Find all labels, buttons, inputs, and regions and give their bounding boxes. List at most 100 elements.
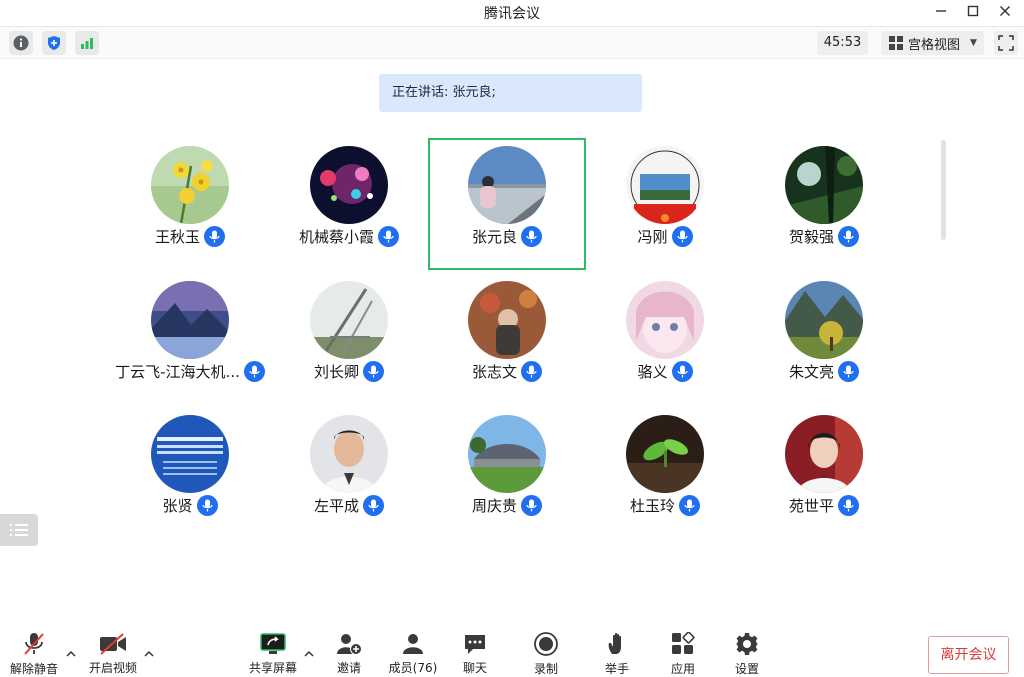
avatar	[468, 281, 546, 359]
participant-name: 朱文亮	[788, 362, 834, 381]
raise-hand-icon	[608, 632, 621, 654]
microphone-icon	[196, 494, 218, 516]
microphone-icon	[838, 360, 859, 382]
chat-icon	[465, 634, 485, 654]
avatar	[310, 146, 388, 224]
participant-tile[interactable]: 朱文亮	[745, 273, 903, 405]
participant-name: 张志文	[471, 362, 517, 381]
avatar	[468, 415, 546, 493]
microphone-icon	[378, 225, 399, 247]
avatar	[785, 146, 863, 224]
participant-name: 贺毅强	[788, 227, 834, 246]
participant-name: 张元良	[471, 227, 517, 246]
unmute-label: 解除静音	[9, 662, 58, 676]
caret-down-icon: ▼	[970, 38, 977, 48]
avatar	[310, 281, 388, 359]
network-status-button[interactable]	[75, 31, 99, 55]
video-options-caret[interactable]	[142, 647, 156, 659]
share-options-caret[interactable]	[302, 647, 316, 659]
start-video-button[interactable]: 开启视频	[85, 632, 141, 676]
participant-name: 左平成	[313, 496, 359, 515]
participant-tile[interactable]: 左平成	[270, 407, 428, 539]
grid-view-icon	[889, 36, 903, 50]
microphone-muted-icon	[24, 633, 44, 655]
unmute-button[interactable]: 解除静音	[6, 632, 62, 676]
list-icon	[10, 524, 28, 536]
participant-tile[interactable]: 张贤	[111, 407, 269, 539]
record-label: 录制	[533, 662, 558, 676]
microphone-icon	[671, 360, 693, 382]
share-screen-button[interactable]: 共享屏幕	[245, 632, 301, 676]
microphone-icon	[521, 360, 542, 382]
side-panel-toggle[interactable]	[0, 514, 38, 546]
microphone-icon	[363, 360, 384, 382]
participant-name: 刘长卿	[313, 362, 359, 381]
fullscreen-button[interactable]	[994, 31, 1018, 55]
invite-button[interactable]: 邀请	[321, 632, 377, 676]
close-icon	[1000, 6, 1010, 16]
avatar	[151, 146, 229, 224]
leave-meeting-button[interactable]: 离开会议	[928, 636, 1009, 674]
participant-tile[interactable]: 机械蔡小霞	[270, 138, 428, 270]
shield-icon	[48, 36, 60, 50]
avatar	[785, 415, 863, 493]
members-button[interactable]: 成员(76)	[385, 632, 441, 676]
participant-name: 骆义	[637, 362, 668, 381]
participant-name: 周庆贵	[471, 496, 517, 515]
participant-tile[interactable]: 冯刚	[586, 138, 744, 270]
avatar	[151, 281, 229, 359]
meeting-info-bar: 45:53 宫格视图 ▼	[0, 26, 1024, 59]
security-button[interactable]	[42, 31, 66, 55]
participant-name: 丁云飞-江海大机...	[115, 362, 240, 381]
microphone-icon	[838, 225, 859, 247]
start-video-label: 开启视频	[88, 661, 137, 675]
avatar	[626, 415, 704, 493]
microphone-icon	[521, 225, 542, 247]
grid-scrollbar[interactable]	[941, 140, 946, 240]
participant-tile[interactable]: 杜玉玲	[586, 407, 744, 539]
record-icon	[534, 632, 558, 656]
raise-hand-button[interactable]: 举手	[589, 632, 645, 676]
raise-hand-label: 举手	[604, 662, 629, 676]
meeting-toolbar: 解除静音 开启视频 共享屏幕 邀请 成员(76) 聊天 录制 举手 应用 设置	[0, 620, 1024, 677]
participant-tile[interactable]: 丁云飞-江海大机...	[111, 273, 269, 405]
members-icon	[403, 633, 423, 654]
participant-tile[interactable]: 贺毅强	[745, 138, 903, 270]
share-screen-label: 共享屏幕	[248, 661, 297, 675]
microphone-icon	[671, 225, 693, 247]
participant-tile[interactable]: 张志文	[428, 273, 586, 405]
record-button[interactable]: 录制	[518, 632, 574, 676]
meeting-info-button[interactable]	[9, 31, 33, 55]
chat-button[interactable]: 聊天	[447, 632, 503, 676]
microphone-icon	[679, 494, 700, 516]
signal-bars-icon	[81, 38, 93, 49]
avatar	[310, 415, 388, 493]
window-title: 腾讯会议	[484, 6, 540, 22]
participant-tile-active-speaker[interactable]: 张元良	[428, 138, 586, 270]
participant-name: 机械蔡小霞	[298, 227, 374, 246]
participant-tile[interactable]: 刘长卿	[270, 273, 428, 405]
avatar	[151, 415, 229, 493]
microphone-icon	[521, 494, 542, 516]
apps-label: 应用	[670, 662, 695, 676]
participant-tile[interactable]: 骆义	[586, 273, 744, 405]
apps-button[interactable]: 应用	[655, 632, 711, 676]
settings-button[interactable]: 设置	[719, 632, 775, 676]
participant-tile[interactable]: 周庆贵	[428, 407, 586, 539]
apps-icon	[672, 632, 695, 654]
participant-name: 杜玉玲	[629, 496, 675, 515]
participant-tile[interactable]: 苑世平	[745, 407, 903, 539]
avatar	[785, 281, 863, 359]
view-switch-dropdown[interactable]: 宫格视图 ▼	[881, 31, 984, 55]
maximize-icon	[967, 5, 979, 17]
meeting-timer: 45:53	[817, 31, 868, 55]
invite-label: 邀请	[336, 661, 361, 675]
avatar	[626, 146, 704, 224]
info-icon	[13, 35, 29, 51]
audio-options-caret[interactable]	[64, 647, 78, 659]
participant-tile[interactable]: 王秋玉	[111, 138, 269, 270]
close-button[interactable]	[986, 0, 1024, 22]
chat-label: 聊天	[462, 661, 487, 675]
participant-name: 冯刚	[637, 227, 668, 246]
microphone-icon	[204, 225, 225, 247]
